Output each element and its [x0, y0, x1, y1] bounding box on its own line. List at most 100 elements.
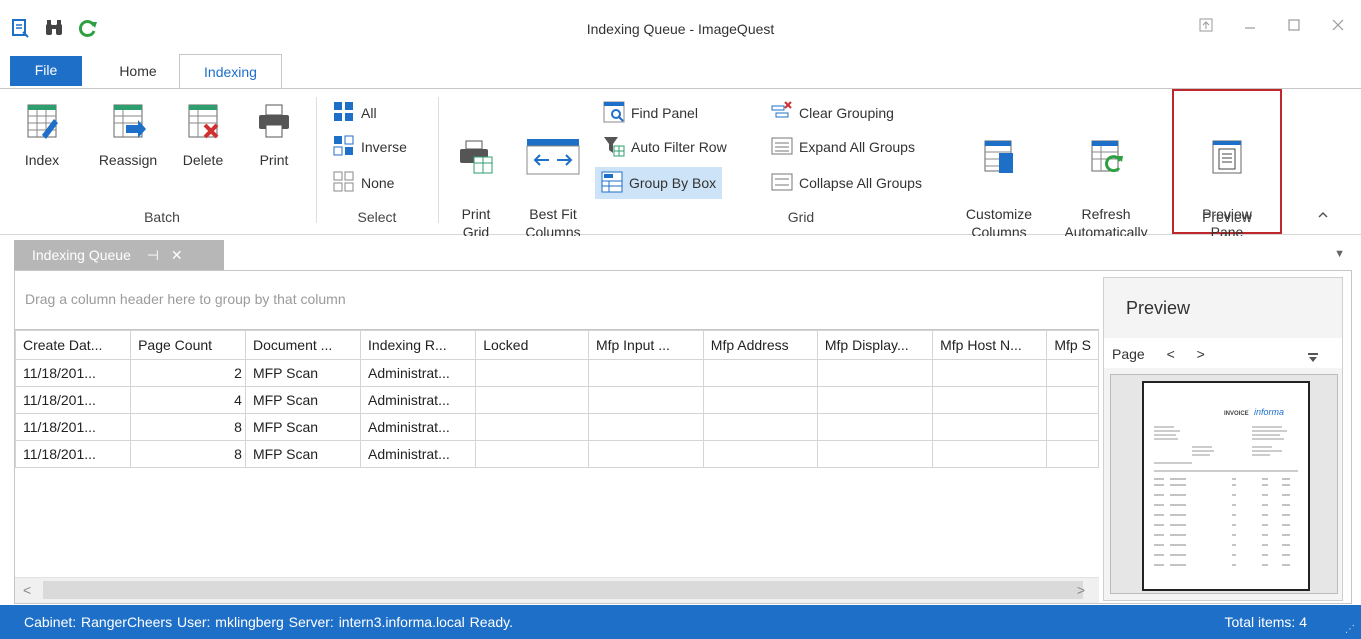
- table-cell: [702, 359, 818, 387]
- table-cell: 11/18/201...: [15, 386, 132, 414]
- group-label-grid: Grid: [787, 209, 815, 225]
- table-cell: [475, 413, 589, 441]
- table-cell: Administrat...: [360, 413, 477, 441]
- expand-all-icon: [771, 135, 793, 160]
- group-panel[interactable]: Drag a column header here to group by th…: [15, 271, 1099, 329]
- tab-file[interactable]: File: [10, 56, 82, 86]
- scroll-down-icon[interactable]: [1308, 350, 1318, 366]
- table-cell: [702, 413, 818, 441]
- group-by-box-button[interactable]: Group By Box: [595, 167, 723, 199]
- column-header[interactable]: Mfp Display...: [816, 330, 934, 360]
- select-none-button[interactable]: None: [333, 169, 394, 197]
- column-header[interactable]: Mfp Input ...: [587, 330, 704, 360]
- document-lines: [1154, 426, 1298, 566]
- auto-filter-label: Auto Filter Row: [631, 139, 727, 155]
- data-grid[interactable]: Create Dat... Page Count Document ... In…: [15, 329, 1099, 575]
- tab-indexing[interactable]: Indexing: [179, 54, 282, 90]
- collapse-ribbon-icon[interactable]: [1317, 207, 1329, 223]
- informa-logo: informa: [1254, 407, 1285, 417]
- find-panel-label: Find Panel: [631, 105, 698, 121]
- table-cell: [932, 440, 1048, 468]
- invoice-heading: INVOICE: [1224, 411, 1249, 417]
- clear-grouping-button[interactable]: Clear Grouping: [771, 99, 894, 127]
- table-cell: [816, 359, 934, 387]
- refresh-grid-icon: [1050, 119, 1162, 181]
- table-cell: [932, 413, 1048, 441]
- scroll-left-icon[interactable]: <: [23, 582, 31, 598]
- table-cell: [932, 386, 1048, 414]
- table-row[interactable]: 11/18/201... 4 MFP Scan Administrat...: [15, 386, 1099, 414]
- horizontal-scrollbar[interactable]: < >: [15, 577, 1099, 603]
- close-tab-icon[interactable]: ✕: [171, 247, 183, 263]
- column-header[interactable]: Locked: [475, 330, 589, 360]
- table-row[interactable]: 11/18/201... 8 MFP Scan Administrat...: [15, 440, 1099, 468]
- index-button[interactable]: Index: [12, 101, 72, 169]
- tab-dropdown-icon[interactable]: ▼: [1334, 248, 1345, 260]
- table-cell: [587, 413, 704, 441]
- collapse-all-groups-button[interactable]: Collapse All Groups: [771, 169, 922, 197]
- column-header[interactable]: Indexing R...: [360, 330, 477, 360]
- column-header[interactable]: Page Count: [130, 330, 246, 360]
- tab-home[interactable]: Home: [105, 54, 171, 88]
- scroll-thumb[interactable]: [43, 581, 1083, 599]
- collapse-all-label: Collapse All Groups: [799, 175, 922, 191]
- group-label-batch: Batch: [144, 209, 180, 225]
- ribbon: Index Reassign Delete Print Batch All In…: [0, 88, 1361, 240]
- expand-all-groups-button[interactable]: Expand All Groups: [771, 133, 915, 161]
- table-cell: 8: [130, 413, 246, 441]
- restore-icon[interactable]: [1197, 18, 1215, 37]
- ribbon-tabs: File Home Indexing: [0, 54, 1361, 90]
- window-title: Indexing Queue - ImageQuest: [586, 21, 775, 37]
- prev-page-button[interactable]: <: [1167, 346, 1175, 362]
- next-page-button[interactable]: >: [1197, 346, 1205, 362]
- table-cell: MFP Scan: [244, 359, 362, 387]
- column-header[interactable]: Mfp Address: [702, 330, 818, 360]
- resize-grip-icon[interactable]: ⋰: [1345, 624, 1355, 635]
- table-cell: 11/18/201...: [15, 359, 132, 387]
- column-header[interactable]: Mfp S: [1046, 330, 1099, 360]
- clear-grouping-icon: [771, 100, 793, 126]
- table-cell: [702, 386, 818, 414]
- table-row[interactable]: 11/18/201... 8 MFP Scan Administrat...: [15, 413, 1099, 441]
- tab-indexing-queue[interactable]: Indexing Queue ⊣ ✕: [14, 240, 224, 270]
- clear-grouping-label: Clear Grouping: [799, 105, 894, 121]
- table-cell: MFP Scan: [244, 413, 362, 441]
- maximize-icon[interactable]: [1285, 18, 1303, 37]
- table-cell: 11/18/201...: [15, 440, 132, 468]
- minimize-icon[interactable]: [1241, 18, 1259, 37]
- column-header[interactable]: Create Dat...: [15, 330, 132, 360]
- table-cell: 4: [130, 386, 246, 414]
- table-row[interactable]: 11/18/201... 2 MFP Scan Administrat...: [15, 359, 1099, 387]
- delete-label: Delete: [182, 152, 224, 168]
- reassign-button[interactable]: Reassign: [88, 101, 168, 169]
- indexing-queue-panel: Drag a column header here to group by th…: [14, 270, 1352, 604]
- auto-filter-row-button[interactable]: Auto Filter Row: [603, 133, 727, 161]
- select-inverse-icon: [333, 135, 355, 160]
- reassign-label: Reassign: [98, 152, 158, 168]
- table-cell: Administrat...: [360, 440, 477, 468]
- table-header-row: Create Dat... Page Count Document ... In…: [15, 330, 1099, 360]
- column-header[interactable]: Document ...: [244, 330, 362, 360]
- queue-table: Create Dat... Page Count Document ... In…: [15, 330, 1099, 468]
- delete-button[interactable]: Delete: [172, 101, 234, 169]
- print-button[interactable]: Print: [246, 101, 302, 169]
- table-cell: MFP Scan: [244, 386, 362, 414]
- total-items: Total items: 4: [1224, 614, 1307, 630]
- preview-canvas[interactable]: INVOICE informa: [1110, 374, 1338, 594]
- page-label: Page: [1112, 346, 1145, 362]
- select-inverse-button[interactable]: Inverse: [333, 133, 407, 161]
- select-all-button[interactable]: All: [333, 99, 377, 127]
- find-panel-button[interactable]: Find Panel: [603, 99, 698, 127]
- customize-columns-icon: [954, 119, 1044, 181]
- window-controls: [1197, 18, 1347, 37]
- select-none-label: None: [361, 175, 395, 191]
- table-cell: [587, 386, 704, 414]
- collapse-all-icon: [771, 171, 793, 196]
- select-all-icon: [333, 101, 355, 126]
- table-cell: 2: [130, 359, 246, 387]
- find-panel-icon: [603, 101, 625, 126]
- close-icon[interactable]: [1329, 18, 1347, 37]
- column-header[interactable]: Mfp Host N...: [932, 330, 1048, 360]
- pin-icon[interactable]: ⊣: [147, 247, 159, 263]
- scroll-right-icon[interactable]: >: [1077, 582, 1085, 598]
